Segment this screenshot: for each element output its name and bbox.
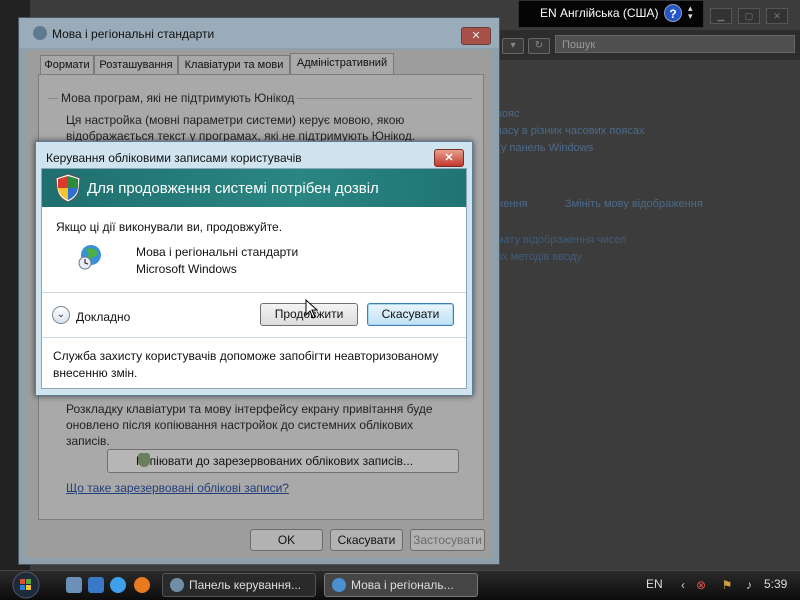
unicode-group-label: Мова програм, які не підтримують Юнікод — [58, 91, 298, 105]
copy-to-reserved-accounts-button[interactable]: Копіювати до зарезервованих облікових за… — [107, 449, 459, 473]
bg-link-change-display-language: Змініть мову відображення — [565, 198, 703, 210]
search-input[interactable]: Пошук — [555, 35, 795, 53]
uac-divider — [42, 292, 466, 293]
switch-windows-icon[interactable] — [88, 577, 104, 593]
taskbar-button-regional[interactable]: Мова і регіональ... — [324, 573, 478, 597]
language-bar-options-icon[interactable]: ▴ ▾ — [688, 4, 693, 21]
maximize-icon[interactable]: ▢ — [738, 8, 760, 24]
close-icon[interactable]: ✕ — [766, 8, 788, 24]
apply-button: Застосувати — [410, 529, 485, 551]
network-error-icon[interactable]: ⊗ — [694, 578, 708, 592]
mouse-cursor-icon — [305, 299, 319, 319]
uac-publisher: Microsoft Windows — [136, 262, 237, 276]
volume-icon[interactable]: ♪ — [742, 578, 756, 592]
internet-explorer-icon[interactable] — [110, 577, 126, 593]
globe-icon — [33, 26, 47, 40]
bg-link-gadgets: ку панель Windows — [496, 142, 594, 154]
minimize-icon[interactable]: ▁ — [710, 8, 732, 24]
uac-cancel-button[interactable]: Скасувати — [367, 303, 454, 326]
help-icon[interactable]: ? — [664, 4, 682, 22]
regional-dialog-title: Мова і регіональні стандарти — [52, 27, 215, 41]
copy-settings-description: Розкладку клавіатури та мову інтерфейсу … — [66, 402, 433, 448]
bg-link-display: ження — [496, 198, 528, 210]
control-panel-icon — [170, 578, 184, 592]
globe-icon — [332, 578, 346, 592]
chevron-left-icon[interactable]: ‹ — [676, 578, 690, 592]
tab-administrative[interactable]: Адміністративний — [290, 53, 394, 75]
bg-link-input-methods: их методів вводу — [496, 251, 582, 263]
action-center-icon[interactable]: ⚑ — [720, 578, 734, 592]
refresh-icon[interactable]: ↻ — [528, 38, 550, 54]
bg-link-clocks: часу в різних часових поясах — [496, 125, 645, 137]
taskbar-button-control-panel[interactable]: Панель керування... — [162, 573, 316, 597]
uac-program-name: Мова і регіональні стандарти — [136, 245, 299, 259]
uac-dialog-title: Керування обліковими записами користувач… — [46, 151, 302, 165]
tab-keyboards[interactable]: Клавіатури та мови — [178, 55, 290, 74]
uac-prompt: Якщо ці дії виконували ви, продовжуйте. — [56, 220, 283, 234]
show-desktop-icon[interactable] — [66, 577, 82, 593]
dropdown-icon[interactable]: ▾ — [502, 38, 524, 54]
chevron-down-icon[interactable]: ⌄ — [52, 306, 70, 324]
ok-button[interactable]: OK — [250, 529, 323, 551]
uac-heading: Для продовження системі потрібен дозвіл — [87, 180, 379, 197]
tray-language-indicator[interactable]: EN — [646, 577, 663, 591]
cancel-button[interactable]: Скасувати — [330, 529, 403, 551]
uac-close-button[interactable]: ✕ — [434, 149, 464, 167]
bg-link-number-format: мату відображення чисел — [496, 234, 627, 246]
shield-icon — [138, 453, 150, 467]
uac-shield-icon — [55, 173, 81, 203]
tab-location[interactable]: Розташування — [94, 55, 178, 74]
reserved-accounts-link[interactable]: Що таке зарезервовані облікові записи? — [66, 481, 289, 495]
regional-settings-globe-icon — [78, 245, 101, 270]
uac-footer-text: Служба захисту користувачів допоможе зап… — [53, 349, 439, 380]
start-button[interactable] — [6, 570, 46, 600]
uac-footer-divider — [42, 337, 466, 338]
regional-dialog-close-button[interactable]: ✕ — [461, 27, 491, 45]
tray-clock[interactable]: 5:39 — [764, 577, 787, 591]
unicode-description: Ця настройка (мовні параметри системи) к… — [66, 113, 416, 143]
details-toggle-label[interactable]: Докладно — [76, 310, 130, 324]
tab-formats[interactable]: Формати — [40, 55, 94, 74]
language-bar-label[interactable]: EN Англійська (США) — [540, 6, 659, 20]
media-player-icon[interactable] — [134, 577, 150, 593]
